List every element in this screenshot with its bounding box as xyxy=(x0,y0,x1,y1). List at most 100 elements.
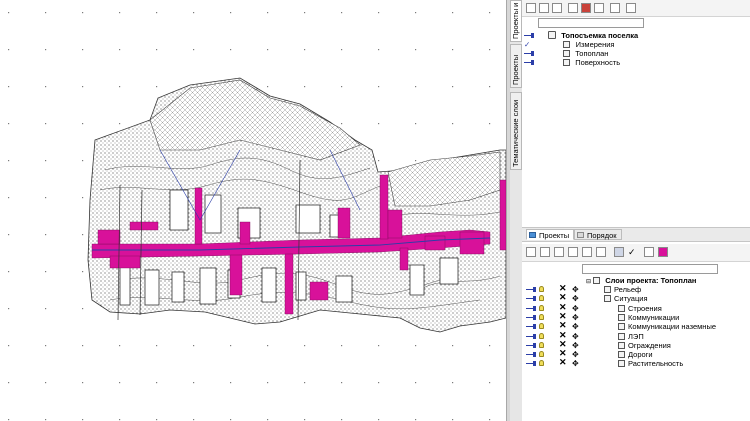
layer-row[interactable]: ✕ ✥ Дороги xyxy=(522,349,750,360)
link-icon[interactable] xyxy=(552,3,562,13)
side-tab-label: Тематические слои xyxy=(511,99,520,167)
visibility-bulb-icon[interactable] xyxy=(539,295,544,302)
layer-link-arrow-icon xyxy=(526,352,536,358)
snap-toggle-icon[interactable]: ✥ xyxy=(572,332,579,341)
tab-projects[interactable]: Проекты xyxy=(526,229,575,240)
layer-add-icon[interactable] xyxy=(526,247,536,257)
tree-item-label: Поверхность xyxy=(575,58,621,67)
layer-link-arrow-icon xyxy=(526,324,536,330)
layer-pick-icon[interactable] xyxy=(644,247,654,257)
layer-row[interactable]: ✕ ✥ Коммуникации xyxy=(522,311,750,322)
snap-toggle-icon[interactable]: ✥ xyxy=(572,341,579,350)
layer-link-arrow-icon xyxy=(526,305,536,311)
layer-link-icon[interactable] xyxy=(554,247,564,257)
open-project-icon[interactable] xyxy=(581,3,591,13)
visibility-bulb-icon[interactable] xyxy=(539,351,544,358)
lock-toggle-icon[interactable]: ✕ xyxy=(559,358,567,367)
tree-item-topoplan[interactable]: Топоплан xyxy=(524,49,608,58)
layer-row[interactable]: ✕ ✥ Ситуация xyxy=(522,293,750,304)
side-tab-label: Проекты и сл xyxy=(511,0,520,39)
side-tab-projects-and-layers[interactable]: Проекты и сл xyxy=(510,0,522,42)
layer-link-arrow-icon xyxy=(526,361,536,367)
tab-order[interactable]: Порядок xyxy=(574,229,622,240)
layer-link-arrow-icon xyxy=(526,287,536,292)
layer-move-icon[interactable] xyxy=(568,247,578,257)
add-icon[interactable] xyxy=(539,3,549,13)
layer-style-icon[interactable] xyxy=(658,247,668,257)
tree-root-label: Топосъемка поселка xyxy=(561,31,639,40)
check-link-icon: ✓ xyxy=(524,40,531,49)
layer-icon xyxy=(618,304,625,312)
tree-icon[interactable] xyxy=(526,3,536,13)
layer-paste-icon[interactable] xyxy=(596,247,606,257)
order-icon xyxy=(577,232,584,238)
delete-icon[interactable] xyxy=(610,3,620,13)
link-arrow-icon xyxy=(524,60,534,65)
topoplan-icon xyxy=(563,50,571,57)
topographic-plan-drawing xyxy=(0,0,506,421)
layer-icon xyxy=(618,332,625,340)
layer-label: Ситуация xyxy=(614,294,648,304)
layers-filter-input[interactable] xyxy=(582,264,718,274)
layer-icon xyxy=(618,341,625,349)
visibility-bulb-icon[interactable] xyxy=(539,313,544,320)
surface-icon xyxy=(563,59,571,66)
layer-label: Строения xyxy=(628,303,662,313)
side-tab-thematic-layers[interactable]: Тематические слои xyxy=(510,92,522,170)
layer-row[interactable]: ✕ ✥ Коммуникации наземные xyxy=(522,321,750,332)
visibility-bulb-icon[interactable] xyxy=(539,332,544,339)
save-icon[interactable] xyxy=(594,3,604,13)
layer-edit-icon[interactable] xyxy=(614,247,624,257)
snap-toggle-icon[interactable]: ✥ xyxy=(572,322,579,331)
layer-label: ЛЭП xyxy=(628,331,644,341)
layer-row[interactable]: ✕ ✥ Строения xyxy=(522,302,750,313)
visibility-bulb-icon[interactable] xyxy=(539,323,544,330)
layer-label: Растительность xyxy=(628,359,684,369)
layer-group-icon[interactable] xyxy=(540,247,550,257)
layer-label: Коммуникации наземные xyxy=(628,322,717,332)
layer-icon xyxy=(604,295,611,303)
layer-row[interactable]: ✕ ✥ Ограждения xyxy=(522,339,750,350)
visibility-bulb-icon[interactable] xyxy=(539,286,544,292)
layer-row[interactable]: ✕ ✥ Рельеф xyxy=(522,284,750,294)
snap-toggle-icon[interactable]: ✥ xyxy=(572,313,579,322)
tree-root-row[interactable]: Топосъемка поселка xyxy=(524,31,638,40)
tree-item-surface[interactable]: Поверхность xyxy=(524,58,620,67)
layer-icon xyxy=(604,286,611,293)
layers-root-row[interactable]: ⊟ Слои проекта: Топоплан xyxy=(586,276,696,285)
layer-apply-icon[interactable]: ✓ xyxy=(628,247,638,257)
lock-toggle-icon[interactable]: ✕ xyxy=(559,293,567,302)
layer-label: Дороги xyxy=(628,350,653,360)
layer-link-arrow-icon xyxy=(526,342,536,348)
visibility-bulb-icon[interactable] xyxy=(539,341,544,348)
snap-toggle-icon[interactable]: ✥ xyxy=(572,350,579,359)
map-canvas[interactable] xyxy=(0,0,506,421)
layers-icon xyxy=(593,277,601,284)
layer-row[interactable]: ✕ ✥ Растительность xyxy=(522,358,750,369)
layer-icon xyxy=(618,323,625,331)
properties-icon[interactable] xyxy=(626,3,636,13)
visibility-bulb-icon[interactable] xyxy=(539,304,544,311)
new-document-icon[interactable] xyxy=(568,3,578,13)
lock-toggle-icon[interactable]: ✕ xyxy=(559,321,567,330)
layer-row[interactable]: ✕ ✥ ЛЭП xyxy=(522,330,750,341)
projects-filter-input[interactable] xyxy=(538,18,644,28)
tree-item-label: Измерения xyxy=(575,40,615,49)
tree-item-label: Топоплан xyxy=(575,49,609,58)
layer-label: Ограждения xyxy=(628,340,671,350)
visibility-bulb-icon[interactable] xyxy=(539,360,544,367)
layer-icon xyxy=(618,351,625,359)
layer-link-arrow-icon xyxy=(526,314,536,320)
snap-toggle-icon[interactable]: ✥ xyxy=(572,294,579,303)
snap-toggle-icon[interactable]: ✥ xyxy=(572,285,579,294)
projects-toolbar xyxy=(522,0,750,17)
snap-toggle-icon[interactable]: ✥ xyxy=(572,359,579,368)
snap-toggle-icon[interactable]: ✥ xyxy=(572,304,579,313)
projects-panel: Топосъемка поселка ✓ Измерения Топоплан … xyxy=(522,0,750,421)
layer-link-arrow-icon xyxy=(526,333,536,339)
layer-icon xyxy=(618,360,625,368)
layer-copy-icon[interactable] xyxy=(582,247,592,257)
link-arrow-icon xyxy=(524,51,534,56)
tree-item-measurements[interactable]: ✓ Измерения xyxy=(524,40,614,49)
side-tab-projects[interactable]: Проекты xyxy=(510,44,522,88)
